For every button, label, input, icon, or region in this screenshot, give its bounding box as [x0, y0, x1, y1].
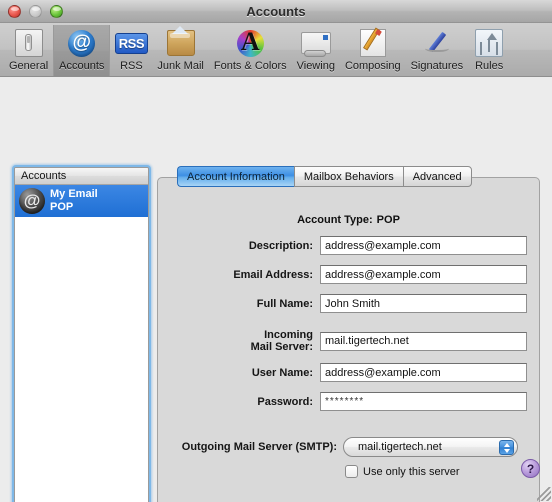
- smtp-server-selected-value: mail.tigertech.net: [358, 441, 442, 453]
- field-row-password: Password: ********: [158, 392, 539, 411]
- fountain-pen-icon: [421, 27, 453, 59]
- list-item[interactable]: @ My Email POP: [15, 185, 148, 217]
- junk-bag-icon: [165, 26, 197, 59]
- field-row-full-name: Full Name: John Smith: [158, 294, 539, 313]
- preferences-toolbar: General @ Accounts RSS RSS Junk Mail Fon…: [0, 23, 552, 77]
- accounts-list-header: Accounts: [15, 168, 148, 185]
- globe-at-icon: @: [19, 188, 45, 214]
- rules-arrows-icon: [473, 27, 505, 59]
- toolbar-item-rss[interactable]: RSS RSS: [110, 25, 152, 76]
- account-type-row: Account Type: POP: [158, 214, 539, 226]
- resize-grip[interactable]: [537, 487, 551, 501]
- viewing-glasses-icon: [300, 27, 332, 59]
- font-colors-icon: [234, 27, 266, 59]
- window-controls: [0, 4, 63, 18]
- password-input[interactable]: ********: [320, 392, 527, 411]
- account-name: My Email: [50, 188, 98, 200]
- toolbar-label-general: General: [9, 60, 49, 72]
- account-tabview: Account Type: POP Description: address@ex…: [157, 166, 540, 502]
- account-type-label: Account Type:: [297, 214, 373, 226]
- toolbar-item-accounts[interactable]: @ Accounts: [53, 25, 111, 76]
- preferences-content: Accounts @ My Email POP + − Account Type…: [0, 77, 552, 502]
- minimize-button[interactable]: [29, 4, 42, 18]
- account-type-value: POP: [376, 214, 400, 226]
- label-email-address: Email Address:: [233, 268, 313, 281]
- at-sign-icon: @: [66, 27, 98, 59]
- label-outgoing-mail-server: Outgoing Mail Server (SMTP):: [181, 441, 337, 453]
- field-row-email-address: Email Address: address@example.com: [158, 265, 539, 284]
- toolbar-label-fonts-colors: Fonts & Colors: [213, 60, 287, 72]
- tab-mailbox-behaviors[interactable]: Mailbox Behaviors: [293, 166, 403, 187]
- full-name-input[interactable]: John Smith: [320, 294, 527, 313]
- toolbar-item-general[interactable]: General: [4, 25, 53, 76]
- toolbar-item-rules[interactable]: Rules: [468, 25, 510, 76]
- tab-account-information[interactable]: Account Information: [177, 166, 294, 187]
- user-name-input[interactable]: address@example.com: [320, 363, 527, 382]
- label-incoming-mail-server: Incoming Mail Server:: [250, 329, 313, 353]
- label-password: Password:: [257, 395, 313, 408]
- chevron-updown-icon: [499, 440, 514, 455]
- toolbar-label-composing: Composing: [344, 60, 401, 72]
- field-row-description: Description: address@example.com: [158, 236, 539, 255]
- label-user-name: User Name:: [251, 366, 313, 379]
- field-row-incoming-mail-server: Incoming Mail Server: mail.tigertech.net: [158, 329, 539, 353]
- pencil-paper-icon: [357, 27, 389, 59]
- window-titlebar: Accounts: [0, 0, 552, 23]
- incoming-mail-server-input[interactable]: mail.tigertech.net: [320, 331, 527, 351]
- tab-panel: Account Type: POP Description: address@ex…: [157, 177, 540, 502]
- description-input[interactable]: address@example.com: [320, 236, 527, 255]
- toolbar-label-rss: RSS: [120, 60, 143, 72]
- toolbar-item-fonts-colors[interactable]: Fonts & Colors: [209, 25, 292, 76]
- zoom-button[interactable]: [50, 4, 63, 18]
- toolbar-item-signatures[interactable]: Signatures: [406, 25, 469, 76]
- account-protocol: POP: [50, 201, 74, 213]
- use-only-this-server-label: Use only this server: [363, 465, 460, 478]
- tab-advanced[interactable]: Advanced: [402, 166, 472, 187]
- email-address-input[interactable]: address@example.com: [320, 265, 527, 284]
- label-description: Description:: [248, 239, 313, 252]
- window-title: Accounts: [246, 3, 306, 19]
- close-button[interactable]: [8, 4, 21, 18]
- use-only-this-server-row[interactable]: Use only this server: [158, 465, 539, 478]
- switch-icon: [13, 27, 45, 59]
- toolbar-item-junk-mail[interactable]: Junk Mail: [152, 25, 208, 76]
- toolbar-item-viewing[interactable]: Viewing: [292, 25, 340, 76]
- toolbar-label-accounts: Accounts: [59, 60, 105, 72]
- rss-icon: RSS: [114, 27, 149, 59]
- field-row-smtp: Outgoing Mail Server (SMTP): mail.tigert…: [158, 437, 539, 457]
- toolbar-item-composing[interactable]: Composing: [340, 25, 406, 76]
- toolbar-label-rules: Rules: [475, 60, 504, 72]
- accounts-preferences-window: Accounts General @ Accounts RSS RSS Junk…: [0, 0, 552, 502]
- smtp-server-select[interactable]: mail.tigertech.net: [343, 437, 518, 457]
- account-labels: My Email POP: [50, 188, 98, 214]
- field-row-user-name: User Name: address@example.com: [158, 363, 539, 382]
- account-tabs: Account Information Mailbox Behaviors Ad…: [177, 166, 472, 187]
- accounts-list[interactable]: Accounts @ My Email POP: [14, 167, 149, 502]
- account-information-form: Account Type: POP Description: address@ex…: [158, 178, 539, 478]
- toolbar-label-viewing: Viewing: [296, 60, 335, 72]
- toolbar-label-signatures: Signatures: [410, 60, 464, 72]
- use-only-this-server-checkbox[interactable]: [345, 465, 358, 478]
- help-button[interactable]: ?: [521, 459, 540, 478]
- label-full-name: Full Name:: [256, 297, 313, 310]
- toolbar-label-junk-mail: Junk Mail: [157, 60, 204, 72]
